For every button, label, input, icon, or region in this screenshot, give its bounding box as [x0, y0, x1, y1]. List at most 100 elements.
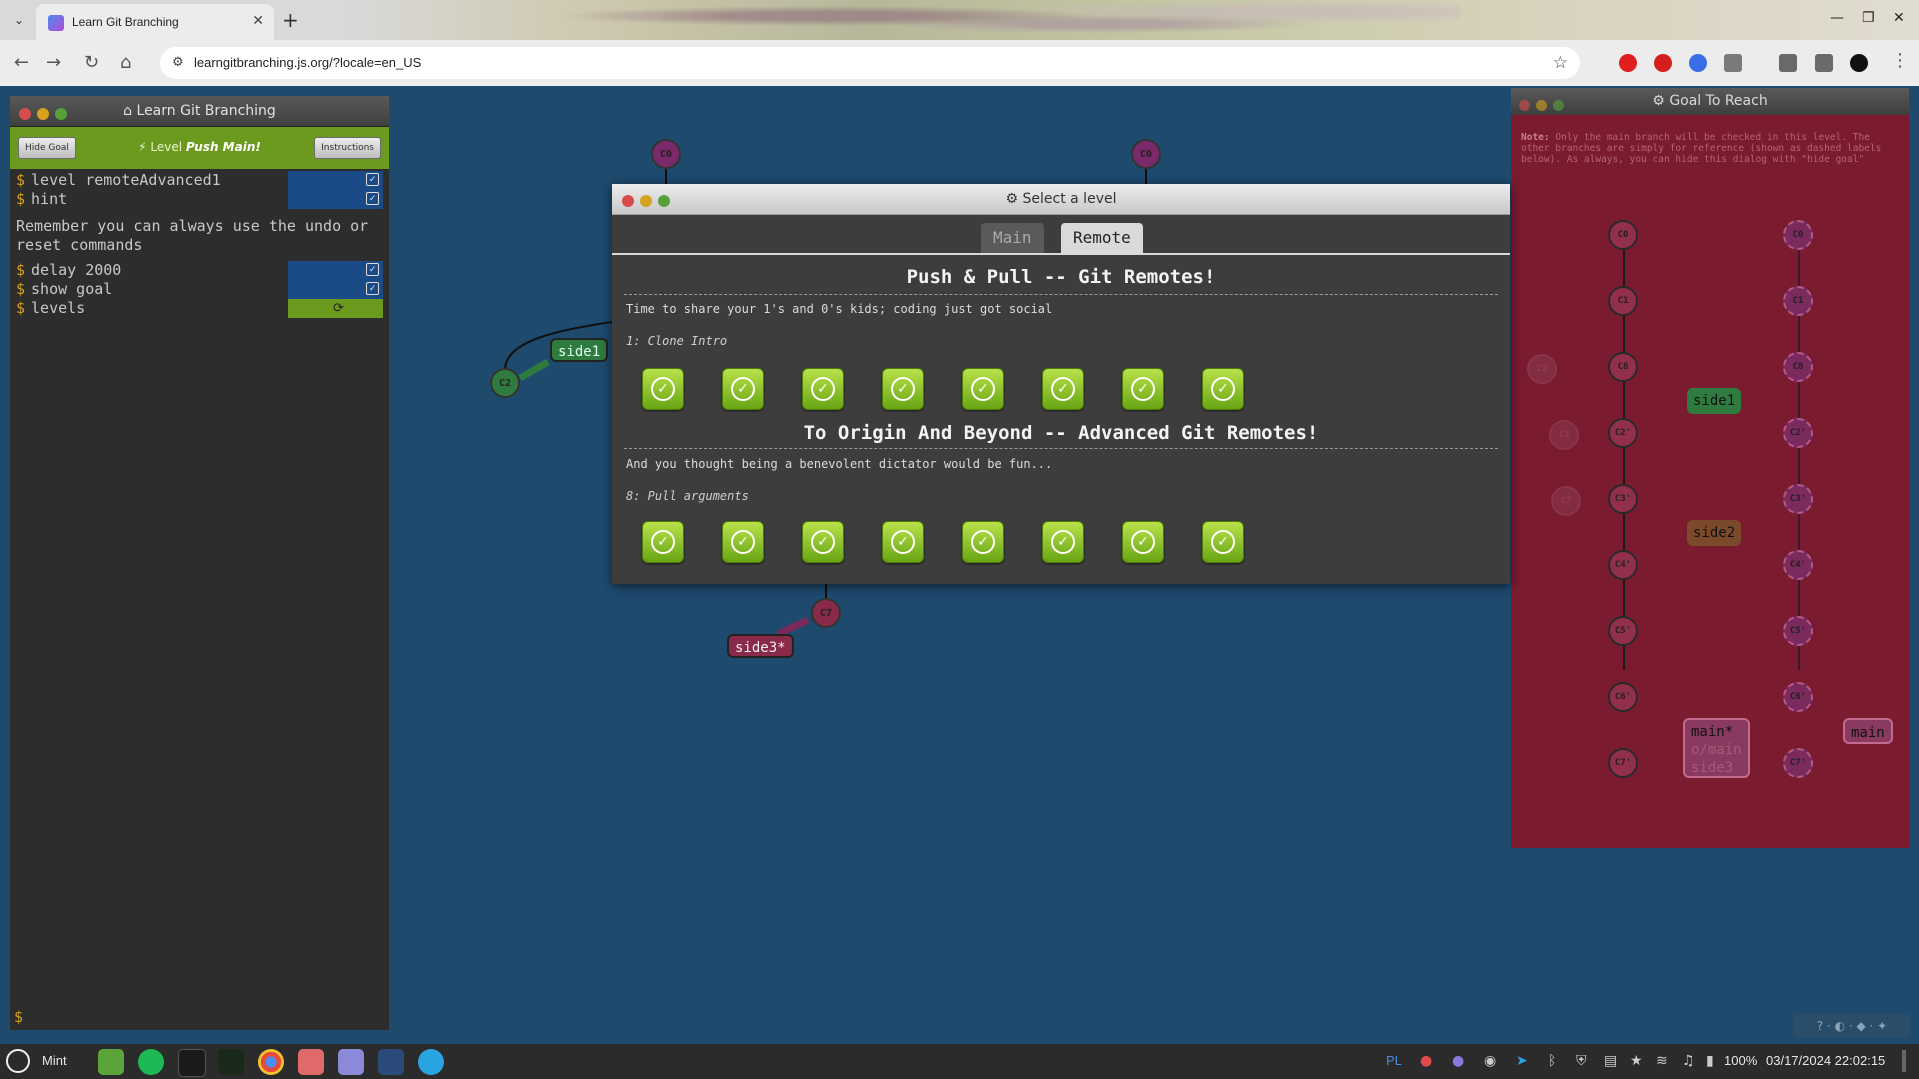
tab-main[interactable]: Main [981, 223, 1044, 253]
level-button[interactable]: ✓ [882, 521, 924, 563]
telegram-tray-icon[interactable]: ➤ [1516, 1053, 1528, 1069]
shield-icon[interactable]: ⛨ [1576, 1053, 1587, 1069]
keyboard-layout[interactable]: PL [1386, 1053, 1402, 1068]
start-label[interactable]: Mint [42, 1053, 67, 1068]
side-panel-icon[interactable] [1815, 54, 1833, 72]
level-button[interactable]: ✓ [802, 368, 844, 410]
branch-label-side1[interactable]: side1 [550, 338, 609, 362]
spotify-icon[interactable] [138, 1049, 164, 1075]
goal-commit: C4' [1783, 550, 1813, 580]
tab-search-icon[interactable]: ⌄ [8, 10, 30, 30]
telegram-icon[interactable] [418, 1049, 444, 1075]
bookmark-star-icon[interactable]: ☆ [1553, 53, 1568, 73]
address-bar[interactable]: ⚙ learngitbranching.js.org/?locale=en_US… [160, 47, 1580, 79]
level-button[interactable]: ✓ [1042, 521, 1084, 563]
goal-commit: C0 [1783, 220, 1813, 250]
adblock-extension-icon[interactable] [1654, 54, 1672, 72]
mint-menu-icon[interactable] [6, 1049, 30, 1073]
star-icon[interactable]: ★ [1630, 1053, 1643, 1069]
refresh-icon: ⟳ [333, 301, 344, 316]
level-button[interactable]: ✓ [962, 368, 1004, 410]
vpn-tray-icon[interactable]: ● [1452, 1053, 1464, 1069]
clipboard-icon[interactable]: ▤ [1604, 1053, 1617, 1069]
battery-icon[interactable]: ▮ [1706, 1053, 1714, 1069]
maximize-dot-icon[interactable] [55, 108, 67, 120]
maximize-dot-icon[interactable] [658, 195, 670, 207]
goal-panel: ⚙ Goal To Reach Note: Only the main bran… [1511, 88, 1909, 848]
minimize-dot-icon[interactable] [1536, 100, 1547, 111]
os-taskbar: Mint PL ● ● ◉ ➤ ᛒ ⛨ ▤ ★ ≋ ♫ ▮ 100% 03/17… [0, 1044, 1919, 1079]
profile-avatar-icon[interactable] [1850, 54, 1868, 72]
commit-node[interactable]: C2 [490, 368, 520, 398]
close-dot-icon[interactable] [622, 195, 634, 207]
terminal-icon[interactable] [178, 1049, 206, 1077]
reload-icon[interactable]: ↻ [84, 52, 99, 73]
minimize-dot-icon[interactable] [640, 195, 652, 207]
clock[interactable]: 03/17/2024 22:02:15 [1766, 1053, 1885, 1068]
goal-title-text: Goal To Reach [1669, 93, 1768, 109]
commit-node[interactable]: C0 [651, 139, 681, 169]
level-button[interactable]: ✓ [1202, 521, 1244, 563]
media-control-icon[interactable] [1779, 54, 1797, 72]
check-circle-icon: ✓ [811, 530, 835, 554]
close-dot-icon[interactable] [1519, 100, 1530, 111]
tab-remote[interactable]: Remote [1061, 223, 1143, 253]
tab-close-icon[interactable]: ✕ [252, 13, 264, 29]
prompt-symbol: $ [16, 299, 26, 317]
music-icon[interactable]: ♫ [1682, 1053, 1695, 1069]
youtube-extension-icon[interactable] [1619, 54, 1637, 72]
instructions-button[interactable]: Instructions [314, 137, 381, 159]
home-icon[interactable]: ⌂ [120, 52, 131, 73]
commit-node[interactable]: C0 [1131, 139, 1161, 169]
level-button[interactable]: ✓ [642, 521, 684, 563]
site-info-icon[interactable]: ⚙ [172, 55, 184, 70]
browser-tab[interactable]: Learn Git Branching ✕ [36, 4, 274, 40]
level-button[interactable]: ✓ [1202, 368, 1244, 410]
level-button[interactable]: ✓ [962, 521, 1004, 563]
gmail-tray-icon[interactable]: ● [1420, 1053, 1432, 1069]
check-icon: ✓ [366, 263, 379, 276]
translate-extension-icon[interactable] [1689, 54, 1707, 72]
ghost-commit: C2 [1527, 354, 1557, 384]
level-button[interactable]: ✓ [802, 521, 844, 563]
url-text[interactable]: learngitbranching.js.org/?locale=en_US [194, 55, 421, 70]
prompt-symbol: $ [16, 190, 26, 208]
new-tab-button[interactable]: + [282, 8, 299, 32]
files-icon[interactable] [98, 1049, 124, 1075]
steam-icon[interactable] [378, 1049, 404, 1075]
minimize-icon[interactable]: — [1830, 10, 1844, 26]
level-button[interactable]: ✓ [1042, 368, 1084, 410]
extensions-puzzle-icon[interactable] [1724, 54, 1742, 72]
steam-tray-icon[interactable]: ◉ [1484, 1053, 1496, 1069]
level-button[interactable]: ✓ [1122, 368, 1164, 410]
branch-label-side3[interactable]: side3* [727, 634, 794, 658]
level-button[interactable]: ✓ [722, 368, 764, 410]
commit-node[interactable]: C7 [811, 598, 841, 628]
note-text: Only the main branch will be checked in … [1521, 132, 1882, 165]
level-button[interactable]: ✓ [722, 521, 764, 563]
back-icon[interactable]: ← [14, 52, 29, 73]
browser-menu-icon[interactable]: ⋮ [1891, 50, 1909, 71]
browser-tab-strip: ⌄ Learn Git Branching ✕ + — ❐ ✕ [0, 0, 1919, 40]
forward-icon[interactable]: → [46, 52, 61, 73]
system-monitor-icon[interactable] [218, 1049, 244, 1075]
show-desktop-button[interactable] [1902, 1050, 1906, 1072]
restore-icon[interactable]: ❐ [1862, 10, 1875, 26]
bluetooth-icon[interactable]: ᛒ [1548, 1053, 1556, 1069]
chrome-icon[interactable] [258, 1049, 284, 1075]
section-description: And you thought being a benevolent dicta… [626, 457, 1053, 471]
check-icon: ✓ [366, 282, 379, 295]
level-button[interactable]: ✓ [882, 368, 924, 410]
window-close-icon[interactable]: ✕ [1893, 10, 1905, 26]
close-dot-icon[interactable] [19, 108, 31, 120]
app-icon[interactable] [298, 1049, 324, 1075]
level-button[interactable]: ✓ [1122, 521, 1164, 563]
help-links[interactable]: ? · ◐ · ◆ · ✦ [1793, 1014, 1911, 1038]
terminal-input-prompt[interactable]: $ [14, 1008, 23, 1026]
maximize-dot-icon[interactable] [1553, 100, 1564, 111]
check-circle-icon: ✓ [731, 530, 755, 554]
network-icon[interactable]: ≋ [1656, 1053, 1668, 1069]
text-editor-icon[interactable] [338, 1049, 364, 1075]
minimize-dot-icon[interactable] [37, 108, 49, 120]
level-button[interactable]: ✓ [642, 368, 684, 410]
